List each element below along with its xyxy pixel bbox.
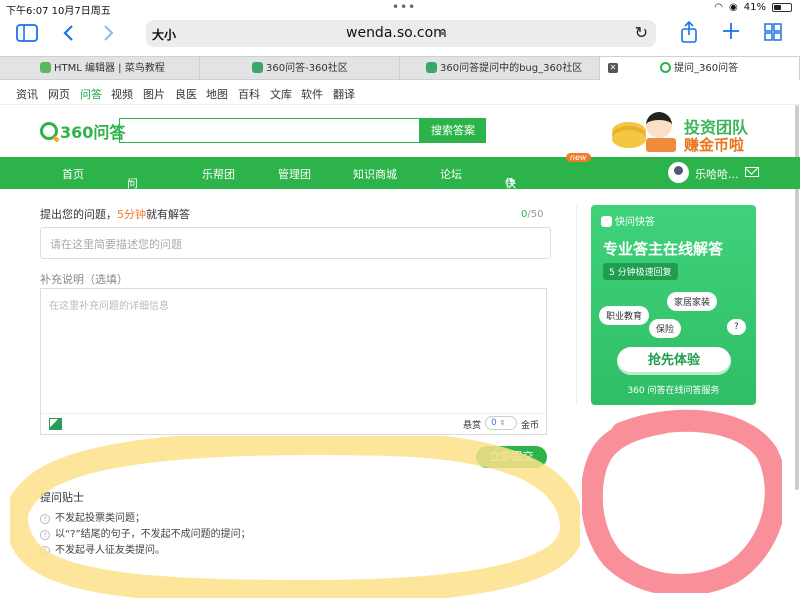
nav-admin-team[interactable]: 管理团: [278, 166, 311, 182]
new-badge: new: [566, 153, 591, 162]
lock-icon: 🔒︎: [440, 27, 446, 38]
char-counter: 0/50: [521, 209, 544, 220]
try-now-button[interactable]: 抢先体验: [617, 347, 731, 375]
topic-bubble: 保险: [649, 319, 682, 338]
card-brand: 快问快答: [601, 213, 655, 228]
battery-icon: [772, 3, 792, 12]
card-headline: 专业答主在线解答: [603, 240, 724, 258]
site-nav-item[interactable]: 翻译: [333, 86, 355, 102]
reward-stepper[interactable]: 0 ⇕: [485, 416, 517, 430]
share-icon[interactable]: [680, 20, 698, 46]
nav-knowledge-mall[interactable]: 知识商城: [353, 166, 397, 182]
address-bar[interactable]: 大小 wenda.so.com 🔒︎ ↻: [146, 20, 656, 47]
close-tab-icon[interactable]: ✕: [608, 63, 618, 73]
stepper-arrows-icon: ⇕: [499, 419, 506, 427]
question-title-label: 提出您的问题，5分钟就有解答: [40, 208, 190, 221]
site-nav-item[interactable]: 软件: [301, 86, 323, 102]
site-logo[interactable]: 360问答: [40, 120, 125, 142]
card-footer: 360 问答在线问答服务: [627, 386, 720, 396]
wifi-icon: ◠: [714, 2, 724, 13]
site-nav-item-active[interactable]: 问答: [80, 86, 102, 102]
360-favicon-icon: [252, 62, 263, 73]
search-button[interactable]: 搜索答案: [420, 118, 486, 143]
nav-forum[interactable]: 论坛: [440, 166, 462, 182]
red-annotation-circle: [582, 409, 782, 593]
reload-icon[interactable]: ↻: [635, 23, 648, 42]
status-time-date: 下午6:07 10月7日周五: [6, 6, 111, 17]
new-tab-icon[interactable]: [722, 22, 740, 43]
quick-answer-card[interactable]: 快问快答 专业答主在线解答 5 分钟极速回复 家居家装 职业教育 保险 ? 抢先…: [591, 205, 756, 405]
text-size-button[interactable]: 大小: [152, 26, 176, 43]
search-input[interactable]: [119, 118, 420, 143]
forward-icon[interactable]: [103, 24, 115, 45]
mail-icon[interactable]: [745, 167, 759, 177]
site-nav-item[interactable]: 良医: [175, 86, 197, 102]
tab-360-community[interactable]: 360问答-360社区: [200, 57, 400, 80]
question-input[interactable]: 请在这里简要描述您的问题: [40, 227, 551, 259]
tab-overview-icon[interactable]: [764, 23, 782, 44]
yellow-annotation-circle: [10, 436, 580, 598]
user-name[interactable]: 乐哈哈...: [695, 166, 739, 182]
site-nav-item[interactable]: 图片: [143, 86, 165, 102]
image-upload-icon[interactable]: [49, 418, 62, 430]
360-favicon-icon: [426, 62, 437, 73]
column-divider: [576, 205, 577, 405]
nav-home[interactable]: 首页: [62, 166, 84, 182]
main-nav: 首页 问题库 ⌄ 乐帮团 管理团 知识商城 论坛 ◔ 快问快答 new 乐哈哈.…: [0, 153, 800, 238]
topic-bubble: ?: [727, 319, 746, 335]
battery-percent: 41%: [743, 2, 766, 13]
back-icon[interactable]: [62, 24, 74, 45]
detail-placeholder: 在这里补充问题的详细信息: [49, 301, 169, 312]
site-nav-item[interactable]: 地图: [206, 86, 228, 102]
site-nav-item[interactable]: 网页: [48, 86, 70, 102]
tab-360-bug[interactable]: 360问答提问中的bug_360社区: [400, 57, 600, 80]
logo-mark-icon: [40, 122, 58, 140]
tab-ask-question[interactable]: ✕ 提问_360问答: [600, 57, 800, 80]
promo-banner[interactable]: 投资团队 赚金币啦: [608, 108, 788, 156]
topic-bubble: 职业教育: [599, 306, 650, 325]
mascot-icon: [646, 112, 672, 138]
avatar[interactable]: [668, 162, 689, 183]
runoob-favicon-icon: [40, 62, 51, 73]
site-nav-item[interactable]: 资讯: [16, 86, 38, 102]
tab-bar: HTML 编辑器 | 菜鸟教程 360问答-360社区 360问答提问中的bug…: [0, 56, 800, 80]
quick-answer-icon: [601, 216, 612, 227]
status-bar: 下午6:07 10月7日周五 ••• ◠ ◉ 41%: [0, 0, 800, 17]
coins-icon: [612, 130, 646, 148]
note-icon: [646, 138, 676, 152]
detail-toolbar: 悬赏 0 ⇕ 金币: [41, 413, 546, 434]
url-text: wenda.so.com: [346, 25, 447, 41]
360wenda-favicon-icon: [660, 62, 671, 73]
chevron-down-icon: ⌄: [127, 175, 134, 184]
topic-bubble: 家居家装: [667, 292, 718, 311]
card-pill: 5 分钟极速回复: [603, 263, 678, 280]
reward-label: 悬赏: [463, 421, 482, 431]
detail-label: 补充说明（选填）: [40, 273, 128, 286]
multitask-dots-icon[interactable]: •••: [392, 0, 416, 14]
tab-html-editor[interactable]: HTML 编辑器 | 菜鸟教程: [0, 57, 200, 80]
site-nav-item[interactable]: 视频: [111, 86, 133, 102]
detail-textarea[interactable]: 在这里补充问题的详细信息 悬赏 0 ⇕ 金币: [40, 288, 547, 435]
sidebar-icon[interactable]: [16, 24, 38, 45]
orientation-lock-icon: ◉: [729, 2, 738, 13]
site-nav-item[interactable]: 文库: [270, 86, 292, 102]
gold-label: 金币: [521, 421, 540, 431]
site-nav-item[interactable]: 百科: [238, 86, 260, 102]
nav-lebangtuan[interactable]: 乐帮团: [202, 166, 235, 182]
site-nav: 资讯 网页 问答 视频 图片 良医 地图 百科 文库 软件 翻译: [0, 81, 800, 105]
